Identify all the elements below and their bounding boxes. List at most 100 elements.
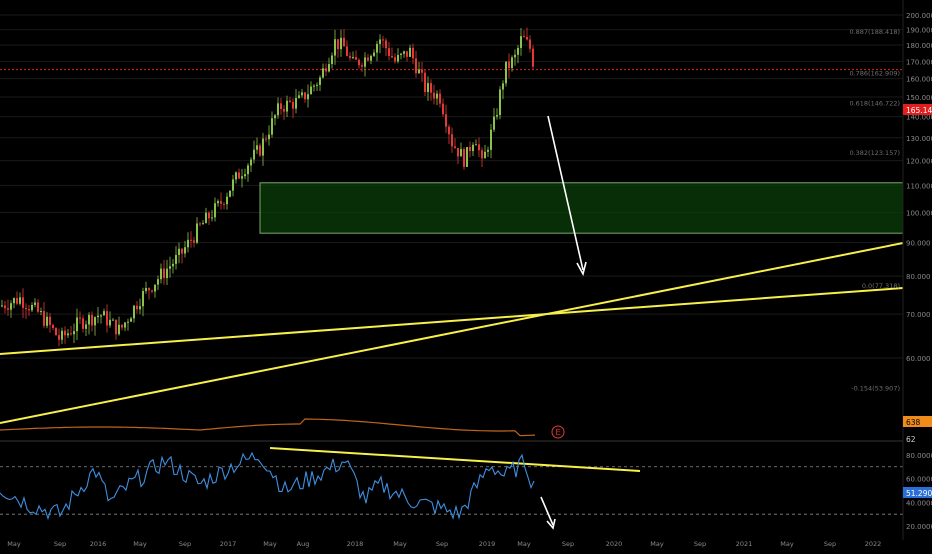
fib-label: 0.0(77.318) bbox=[862, 282, 900, 290]
time-tick-label: 2020 bbox=[606, 540, 623, 548]
candle-body bbox=[226, 196, 228, 205]
candle-body bbox=[481, 150, 483, 159]
candle-body bbox=[112, 319, 114, 321]
candle-body bbox=[16, 298, 18, 304]
candle-body bbox=[100, 315, 102, 317]
candle-body bbox=[13, 298, 15, 304]
time-tick-label: May bbox=[133, 540, 147, 548]
candle-body bbox=[85, 324, 87, 329]
candle-body bbox=[139, 306, 141, 310]
candle-body bbox=[421, 69, 423, 73]
candle-body bbox=[82, 318, 84, 329]
candle-body bbox=[286, 100, 288, 112]
candle-body bbox=[376, 43, 378, 53]
candle-body bbox=[10, 303, 12, 310]
candle-body bbox=[463, 148, 465, 167]
ma-value-tag: 638 bbox=[903, 416, 932, 427]
time-tick-label: 2016 bbox=[90, 540, 107, 548]
candle-body bbox=[124, 322, 126, 328]
candle-body bbox=[445, 114, 447, 127]
candle-body bbox=[229, 190, 231, 197]
candle-body bbox=[349, 55, 351, 58]
candle-body bbox=[418, 69, 420, 74]
fib-label: -0.154(53.907) bbox=[851, 385, 900, 393]
candle-body bbox=[130, 318, 132, 322]
candle-body bbox=[271, 118, 273, 135]
candle-body bbox=[313, 85, 315, 87]
candle-body bbox=[34, 302, 36, 305]
candle-body bbox=[19, 297, 21, 304]
candle-body bbox=[448, 126, 450, 135]
rsi-trendline bbox=[269, 447, 641, 472]
event-marker[interactable]: E bbox=[551, 425, 565, 439]
candle-body bbox=[97, 315, 99, 318]
candle-body bbox=[238, 172, 240, 179]
fib-label: 0.786(162.909) bbox=[849, 69, 900, 77]
candle-body bbox=[316, 84, 318, 86]
ma-value-label: 638 bbox=[906, 418, 921, 427]
moving-average-line bbox=[0, 418, 536, 437]
candle-body bbox=[289, 100, 291, 102]
trendlines bbox=[0, 242, 904, 472]
price-tick-label: 60.000 bbox=[906, 355, 931, 363]
candle-body bbox=[439, 93, 441, 104]
candle-body bbox=[133, 305, 135, 319]
candle-body bbox=[343, 37, 345, 47]
price-tick-label: 150.000 bbox=[906, 94, 932, 102]
candle-body bbox=[247, 165, 249, 175]
candle-body bbox=[235, 172, 237, 180]
candle-body bbox=[205, 212, 207, 224]
candle-body bbox=[469, 147, 471, 152]
candle-body bbox=[103, 311, 105, 316]
candle-body bbox=[460, 148, 462, 157]
candle-body bbox=[166, 268, 168, 278]
candle-body bbox=[283, 108, 285, 112]
candle-body bbox=[142, 291, 144, 307]
candle-body bbox=[136, 305, 138, 310]
candle-body bbox=[70, 333, 72, 335]
time-tick-label: Sep bbox=[694, 540, 706, 548]
candle-body bbox=[49, 316, 51, 325]
candle-body bbox=[391, 56, 393, 58]
price-tick-label: 130.000 bbox=[906, 135, 932, 143]
candle-body bbox=[322, 68, 324, 78]
price-tick-label: 80.000 bbox=[906, 273, 931, 281]
rsi-value-tag: 51.2906 bbox=[903, 487, 932, 498]
candle-body bbox=[274, 115, 276, 119]
time-tick-label: 2022 bbox=[865, 540, 882, 548]
candle-body bbox=[7, 308, 9, 310]
candle-body bbox=[277, 103, 279, 116]
candle-body bbox=[265, 138, 267, 140]
time-tick-label: May bbox=[7, 540, 21, 548]
candle-body bbox=[430, 83, 432, 93]
time-tick-label: 2021 bbox=[736, 540, 753, 548]
candle-body bbox=[31, 304, 33, 311]
price-axis: 200.000 190.000 180.000 170.000 160.000 150.0… bbox=[0, 0, 932, 540]
candle-body bbox=[73, 331, 75, 335]
candle-body bbox=[214, 203, 216, 218]
candle-body bbox=[367, 57, 369, 61]
candle-body bbox=[37, 302, 39, 312]
candle-body bbox=[79, 317, 81, 319]
candle-body bbox=[184, 247, 186, 254]
current-price-label: 165.140 bbox=[906, 106, 932, 115]
candle-body bbox=[256, 145, 258, 150]
price-tick-label: 190.000 bbox=[906, 27, 932, 35]
candle-body bbox=[46, 316, 48, 326]
candle-body bbox=[157, 279, 159, 285]
candle-body bbox=[331, 55, 333, 65]
time-tick-label: Sep bbox=[824, 540, 836, 548]
support-zone bbox=[259, 182, 904, 234]
candle-body bbox=[532, 48, 534, 67]
time-tick-label: May bbox=[650, 540, 664, 548]
price-tick-label: 120.000 bbox=[906, 158, 932, 166]
candle-body bbox=[529, 39, 531, 49]
current-price-tag: 165.140 bbox=[903, 104, 932, 115]
candle-body bbox=[436, 93, 438, 99]
price-tick-label: 70.000 bbox=[906, 311, 931, 319]
time-tick-label: 2017 bbox=[220, 540, 237, 548]
candle-body bbox=[295, 97, 297, 109]
candle-body bbox=[163, 268, 165, 278]
trendline-upper bbox=[0, 287, 904, 355]
candle-body bbox=[40, 311, 42, 313]
